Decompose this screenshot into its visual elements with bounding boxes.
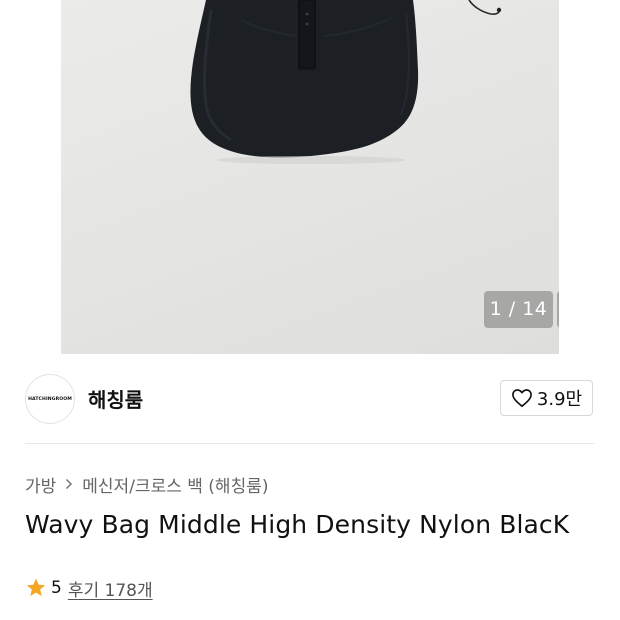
image-counter: 1 / 14: [484, 291, 553, 328]
brand-logo-text: HATCHINGROOM: [28, 396, 72, 402]
reviews-link[interactable]: 후기 178개: [68, 576, 153, 601]
brand-name-link[interactable]: 해칭룸: [88, 384, 143, 413]
expand-arrows-icon: [557, 291, 559, 313]
heart-outline-icon: [511, 389, 532, 407]
breadcrumb-item-messenger-cross-bag[interactable]: 메신저/크로스 백 (해칭룸): [82, 472, 268, 497]
chevron-right-icon: [65, 478, 73, 490]
rating: 5 후기 178개: [25, 575, 153, 601]
product-page: 1 / 14 HATCHINGROOM 해칭룸 3.9만 가방 메신저/크로스 …: [0, 0, 620, 620]
brand-row: HATCHINGROOM 해칭룸 3.9만: [0, 354, 620, 444]
product-image-gallery[interactable]: 1 / 14: [0, 0, 620, 354]
breadcrumb-item-bag[interactable]: 가방: [25, 472, 56, 497]
rating-score: 5: [51, 578, 62, 598]
like-button[interactable]: 3.9만: [500, 380, 593, 416]
star-icon: [26, 578, 46, 597]
like-count: 3.9만: [536, 389, 583, 410]
breadcrumb: 가방 메신저/크로스 백 (해칭룸): [25, 471, 268, 497]
expand-image-button[interactable]: [557, 291, 559, 328]
brand-logo[interactable]: HATCHINGROOM: [25, 374, 75, 424]
divider: [25, 443, 595, 444]
product-title: Wavy Bag Middle High Density Nylon BlacK: [25, 510, 570, 539]
product-photo[interactable]: 1 / 14: [61, 0, 559, 354]
